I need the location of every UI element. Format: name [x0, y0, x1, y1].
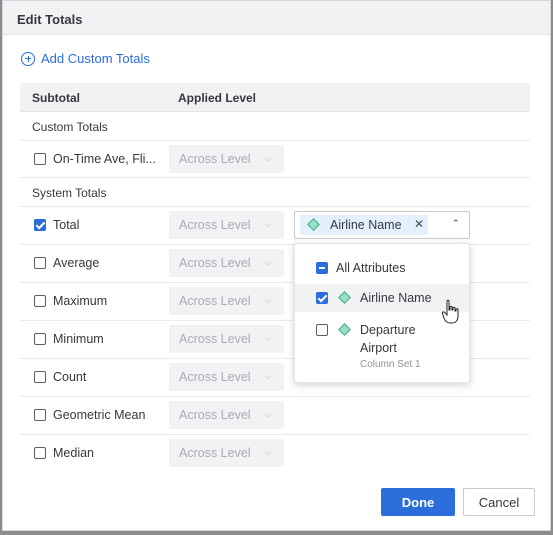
done-button[interactable]: Done — [381, 488, 455, 516]
applied-level-value: Across Level — [179, 152, 251, 166]
row-checkbox[interactable] — [34, 333, 46, 345]
row-label: Average — [53, 256, 100, 270]
attribute-chip-label: Airline Name — [330, 218, 402, 232]
add-custom-totals-link[interactable]: Add Custom Totals — [21, 51, 150, 66]
chevron-down-icon: ⌵ — [265, 257, 272, 267]
section-label-system-totals: System Totals — [32, 186, 107, 200]
section-label-custom-totals: Custom Totals — [32, 120, 108, 134]
row-checkbox[interactable] — [34, 219, 46, 231]
attribute-diamond-icon — [307, 218, 320, 231]
all-attributes-label: All Attributes — [336, 261, 406, 275]
row-label: On-Time Ave, Fli... — [53, 152, 156, 166]
attribute-diamond-icon — [338, 291, 351, 304]
chevron-down-icon: ⌵ — [265, 409, 272, 419]
applied-level-value: Across Level — [179, 218, 251, 232]
column-header-subtotal: Subtotal — [32, 91, 80, 105]
applied-level-value: Across Level — [179, 332, 251, 346]
row-checkbox[interactable] — [34, 447, 46, 459]
chevron-down-icon: ⌵ — [265, 447, 272, 457]
chevron-down-icon: ⌵ — [265, 333, 272, 343]
applied-level-select: Across Level ⌵ — [169, 401, 284, 429]
row-checkbox[interactable] — [34, 257, 46, 269]
dropdown-item-subtext: Column Set 1 — [360, 359, 421, 370]
dropdown-item-all-attributes[interactable]: All Attributes — [295, 256, 469, 280]
attribute-select[interactable]: Airline Name ✕ ⌃ — [294, 211, 470, 239]
row-divider — [20, 177, 530, 178]
add-custom-totals-label: Add Custom Totals — [41, 51, 150, 66]
attribute-chip: Airline Name ✕ — [300, 215, 428, 235]
dialog-title-bar: Edit Totals — [3, 1, 550, 35]
row-divider — [20, 434, 530, 435]
chevron-down-icon: ⌵ — [265, 219, 272, 229]
applied-level-value: Across Level — [179, 256, 251, 270]
applied-level-select: Across Level ⌵ — [169, 325, 284, 353]
row-label: Minimum — [53, 332, 104, 346]
chevron-down-icon: ⌵ — [265, 295, 272, 305]
dropdown-item-label-line2: Airport — [360, 341, 397, 355]
applied-level-select: Across Level ⌵ — [169, 363, 284, 391]
plus-circle-icon — [21, 51, 35, 66]
applied-level-select: Across Level ⌵ — [169, 145, 284, 173]
applied-level-value: Across Level — [179, 408, 251, 422]
row-checkbox[interactable] — [34, 153, 46, 165]
column-header-applied-level: Applied Level — [178, 91, 257, 105]
row-label: Count — [53, 370, 87, 384]
row-checkbox[interactable] — [34, 409, 46, 421]
applied-level-value: Across Level — [179, 294, 251, 308]
applied-level-select: Across Level ⌵ — [169, 287, 284, 315]
row-label: Median — [53, 446, 94, 460]
dialog-title: Edit Totals — [17, 12, 83, 27]
chevron-down-icon: ⌵ — [265, 153, 272, 163]
applied-level-value: Across Level — [179, 446, 251, 460]
table-header: Subtotal Applied Level — [20, 83, 530, 112]
dropdown-item-label: Airline Name — [360, 291, 432, 305]
row-divider — [20, 396, 530, 397]
row-label: Geometric Mean — [53, 408, 146, 422]
row-label: Maximum — [53, 294, 108, 308]
airline-name-checkbox[interactable] — [316, 292, 328, 304]
applied-level-value: Across Level — [179, 370, 251, 384]
row-checkbox[interactable] — [34, 295, 46, 307]
hand-cursor-icon — [441, 299, 459, 324]
attribute-diamond-icon — [338, 323, 351, 336]
row-divider — [20, 206, 530, 207]
row-checkbox[interactable] — [34, 371, 46, 383]
departure-airport-checkbox[interactable] — [316, 324, 328, 336]
cancel-button[interactable]: Cancel — [463, 488, 535, 516]
remove-chip-icon[interactable]: ✕ — [414, 217, 424, 231]
chevron-down-icon: ⌵ — [265, 371, 272, 381]
applied-level-select: Across Level ⌵ — [169, 439, 284, 467]
chevron-up-icon[interactable]: ⌃ — [452, 218, 460, 229]
all-attributes-checkbox[interactable] — [316, 262, 328, 274]
row-label: Total — [53, 218, 80, 232]
applied-level-select: Across Level ⌵ — [169, 211, 284, 239]
dropdown-item-label: Departure — [360, 323, 416, 337]
applied-level-select: Across Level ⌵ — [169, 249, 284, 277]
row-divider — [20, 140, 530, 141]
